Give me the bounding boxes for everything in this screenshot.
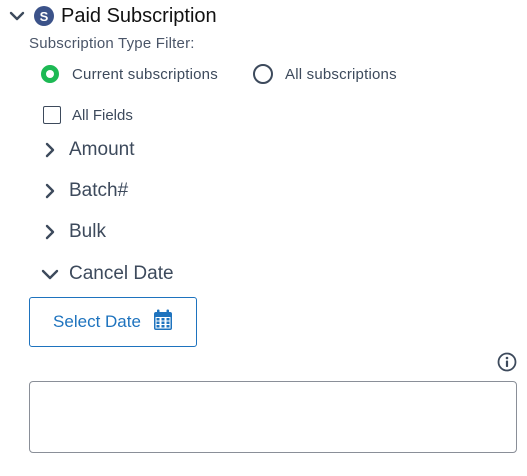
field-label-cancel-date: Cancel Date [69, 263, 174, 284]
select-date-button[interactable]: Select Date [29, 297, 197, 347]
field-row-batch[interactable]: Batch# [40, 178, 128, 204]
radio-button-current[interactable] [41, 65, 59, 83]
radio-current-subscriptions[interactable]: Current subscriptions [41, 62, 218, 86]
chevron-down-icon[interactable] [40, 264, 60, 284]
subscription-type-filter-label: Subscription Type Filter: [29, 35, 195, 52]
chevron-down-icon[interactable] [6, 5, 28, 27]
radio-label-current: Current subscriptions [72, 65, 218, 83]
all-fields-checkbox[interactable] [43, 106, 61, 124]
section-title: Paid Subscription [61, 4, 217, 27]
all-fields-label: All Fields [72, 106, 133, 124]
field-row-amount[interactable]: Amount [40, 137, 134, 163]
info-icon[interactable] [497, 352, 517, 372]
chevron-right-icon[interactable] [40, 222, 60, 242]
chevron-right-icon[interactable] [40, 181, 60, 201]
field-label-bulk: Bulk [69, 221, 106, 242]
field-label-amount: Amount [69, 139, 135, 160]
radio-button-all[interactable] [253, 64, 273, 84]
section-header[interactable]: S Paid Subscription [6, 2, 217, 30]
chevron-right-icon[interactable] [40, 140, 60, 160]
subscription-badge: S [34, 6, 54, 26]
calendar-icon [153, 309, 173, 336]
field-row-bulk[interactable]: Bulk [40, 219, 106, 245]
radio-all-subscriptions[interactable]: All subscriptions [253, 62, 397, 86]
select-date-label: Select Date [53, 312, 141, 331]
cancel-date-notes-field[interactable] [29, 381, 517, 453]
field-row-cancel-date[interactable]: Cancel Date [40, 261, 174, 287]
radio-label-all: All subscriptions [285, 65, 397, 83]
all-fields-option[interactable]: All Fields [43, 104, 133, 126]
field-label-batch: Batch# [69, 180, 129, 201]
